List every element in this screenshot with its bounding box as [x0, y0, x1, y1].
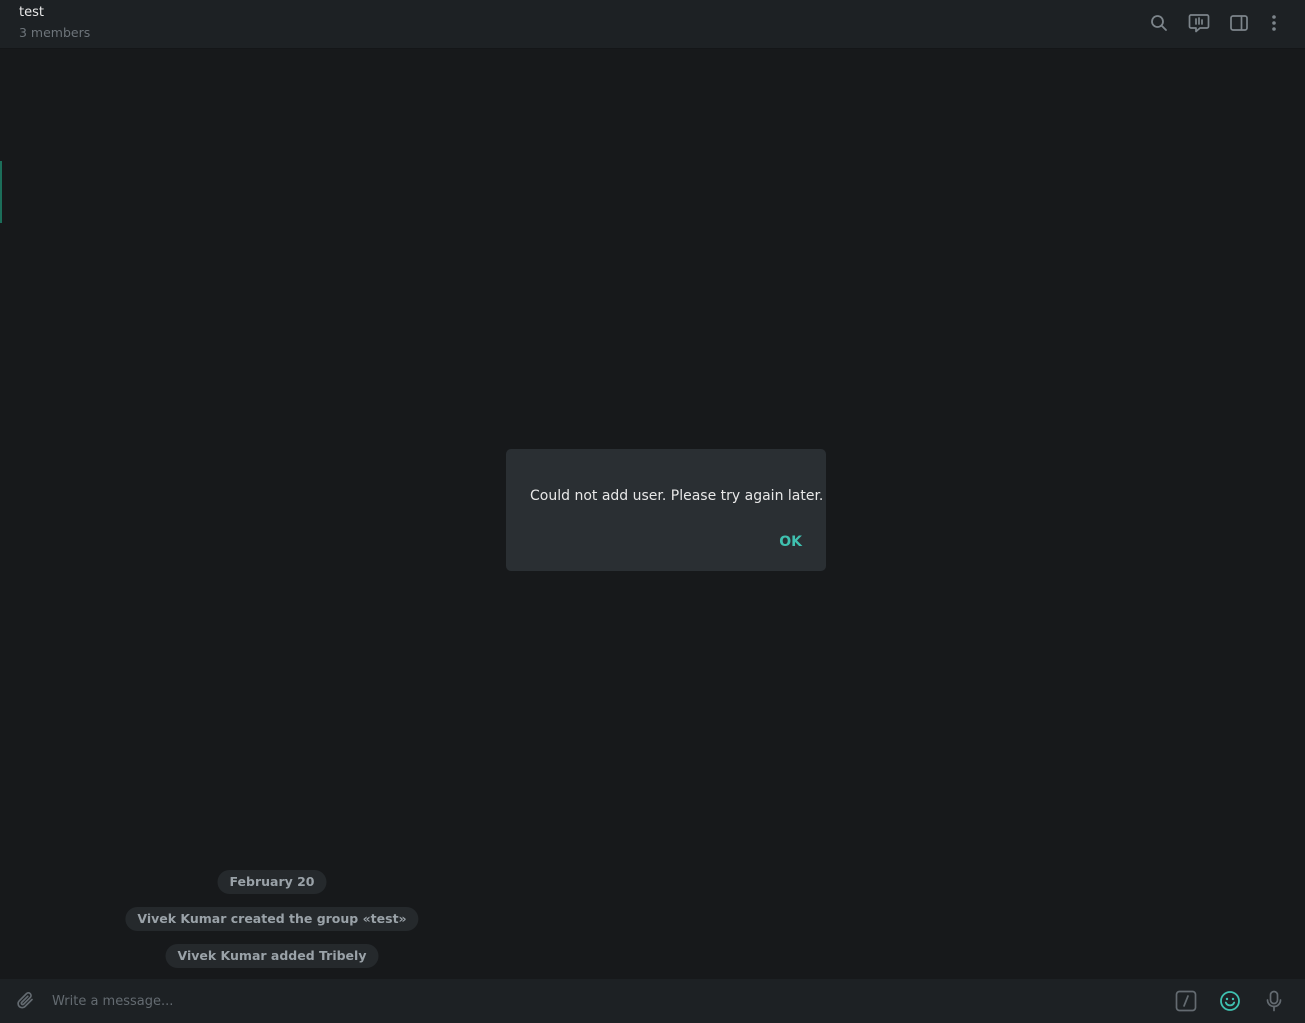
dialog-message: Could not add user. Please try again lat…: [530, 488, 824, 504]
error-dialog: Could not add user. Please try again lat…: [506, 449, 826, 571]
modal-overlay[interactable]: Could not add user. Please try again lat…: [0, 0, 1305, 1023]
ok-button[interactable]: OK: [773, 532, 808, 552]
telegram-chat-window: test 3 members February 20 Vivek Kumar c…: [0, 0, 1305, 1023]
